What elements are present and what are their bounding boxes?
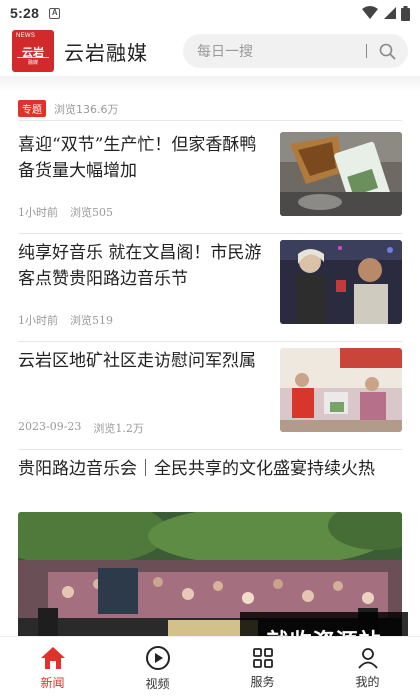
article-item[interactable]: 贵阳路边音乐会｜全民共享的文化盛宴持续火热	[18, 456, 402, 636]
special-views: 浏览136.6万	[54, 102, 119, 116]
nav-label: 服务	[250, 675, 275, 689]
app-title: 云岩融媒	[64, 40, 148, 65]
nav-news[interactable]: 新闻	[0, 637, 105, 700]
street-music-performers-photo[interactable]	[280, 240, 402, 324]
wifi-icon	[362, 6, 378, 19]
search-placeholder[interactable]: 每日一搜	[197, 41, 366, 61]
search-bar[interactable]: 每日一搜	[183, 34, 408, 68]
nav-label: 我的	[355, 675, 380, 689]
bottom-nav: 新闻 视频 服务 我的	[0, 636, 420, 700]
app-logo[interactable]: NEWS 云岩 融媒	[12, 30, 54, 72]
special-tag: 专题	[18, 100, 46, 117]
article-title[interactable]: 纯享好音乐 就在文昌阁！市民游客点赞贵阳路边音乐节	[18, 240, 268, 292]
search-divider	[366, 44, 367, 58]
article-meta: 1小时前 浏览505	[18, 204, 113, 220]
news-feed[interactable]: 专题 浏览136.6万 喜迎“双节”生产忙！但家香酥鸭备货量大幅增加 1小时前 …	[0, 76, 420, 636]
article-item[interactable]: 云岩区地矿社区走访慰问军烈属 2023-09-23 浏览1.2万	[18, 348, 402, 448]
divider	[18, 120, 402, 121]
grid-icon	[252, 648, 273, 668]
article-title[interactable]: 喜迎“双节”生产忙！但家香酥鸭备货量大幅增加	[18, 132, 268, 184]
play-icon	[145, 646, 170, 670]
app-header: NEWS 云岩 融媒 云岩融媒 每日一搜	[0, 26, 420, 76]
article-time: 2023-09-23	[18, 420, 82, 433]
divider	[18, 341, 402, 342]
article-meta: 2023-09-23 浏览1.2万	[18, 420, 144, 436]
feed-top-shadow	[0, 76, 420, 92]
article-meta: 1小时前 浏览519	[18, 312, 113, 328]
nav-label: 新闻	[40, 676, 65, 690]
user-icon	[357, 648, 378, 669]
logo-sub-text: 融媒	[27, 60, 38, 66]
article-item[interactable]: 喜迎“双节”生产忙！但家香酥鸭备货量大幅增加 1小时前 浏览505	[18, 132, 402, 232]
status-bar: 5:28 A	[0, 0, 420, 26]
home-icon	[40, 647, 65, 669]
article-time: 1小时前	[18, 206, 58, 219]
status-time: 5:28	[10, 5, 40, 21]
article-title[interactable]: 云岩区地矿社区走访慰问军烈属	[18, 348, 268, 374]
food-packaging-photo[interactable]	[280, 132, 402, 216]
battery-icon	[401, 5, 410, 21]
article-time: 1小时前	[18, 314, 58, 327]
nav-profile[interactable]: 我的	[315, 637, 420, 700]
signal-icon	[384, 7, 396, 19]
special-topic-row[interactable]: 专题 浏览136.6万	[18, 100, 119, 117]
logo-divider	[17, 57, 49, 58]
article-views: 浏览519	[70, 314, 113, 327]
nav-label: 视频	[145, 677, 170, 691]
article-views: 浏览1.2万	[93, 422, 144, 435]
logo-news-text: NEWS	[16, 33, 36, 39]
nav-service[interactable]: 服务	[210, 637, 315, 700]
search-icon[interactable]	[379, 43, 396, 60]
notification-icon: A	[49, 7, 61, 19]
article-views: 浏览505	[70, 206, 113, 219]
nav-video[interactable]: 视频	[105, 637, 210, 700]
article-item[interactable]: 纯享好音乐 就在文昌阁！市民游客点赞贵阳路边音乐节 1小时前 浏览519	[18, 240, 402, 340]
article-title[interactable]: 贵阳路边音乐会｜全民共享的文化盛宴持续火热	[18, 456, 402, 482]
status-icons	[361, 5, 410, 21]
divider	[18, 449, 402, 450]
divider	[18, 233, 402, 234]
community-visit-photo[interactable]	[280, 348, 402, 432]
